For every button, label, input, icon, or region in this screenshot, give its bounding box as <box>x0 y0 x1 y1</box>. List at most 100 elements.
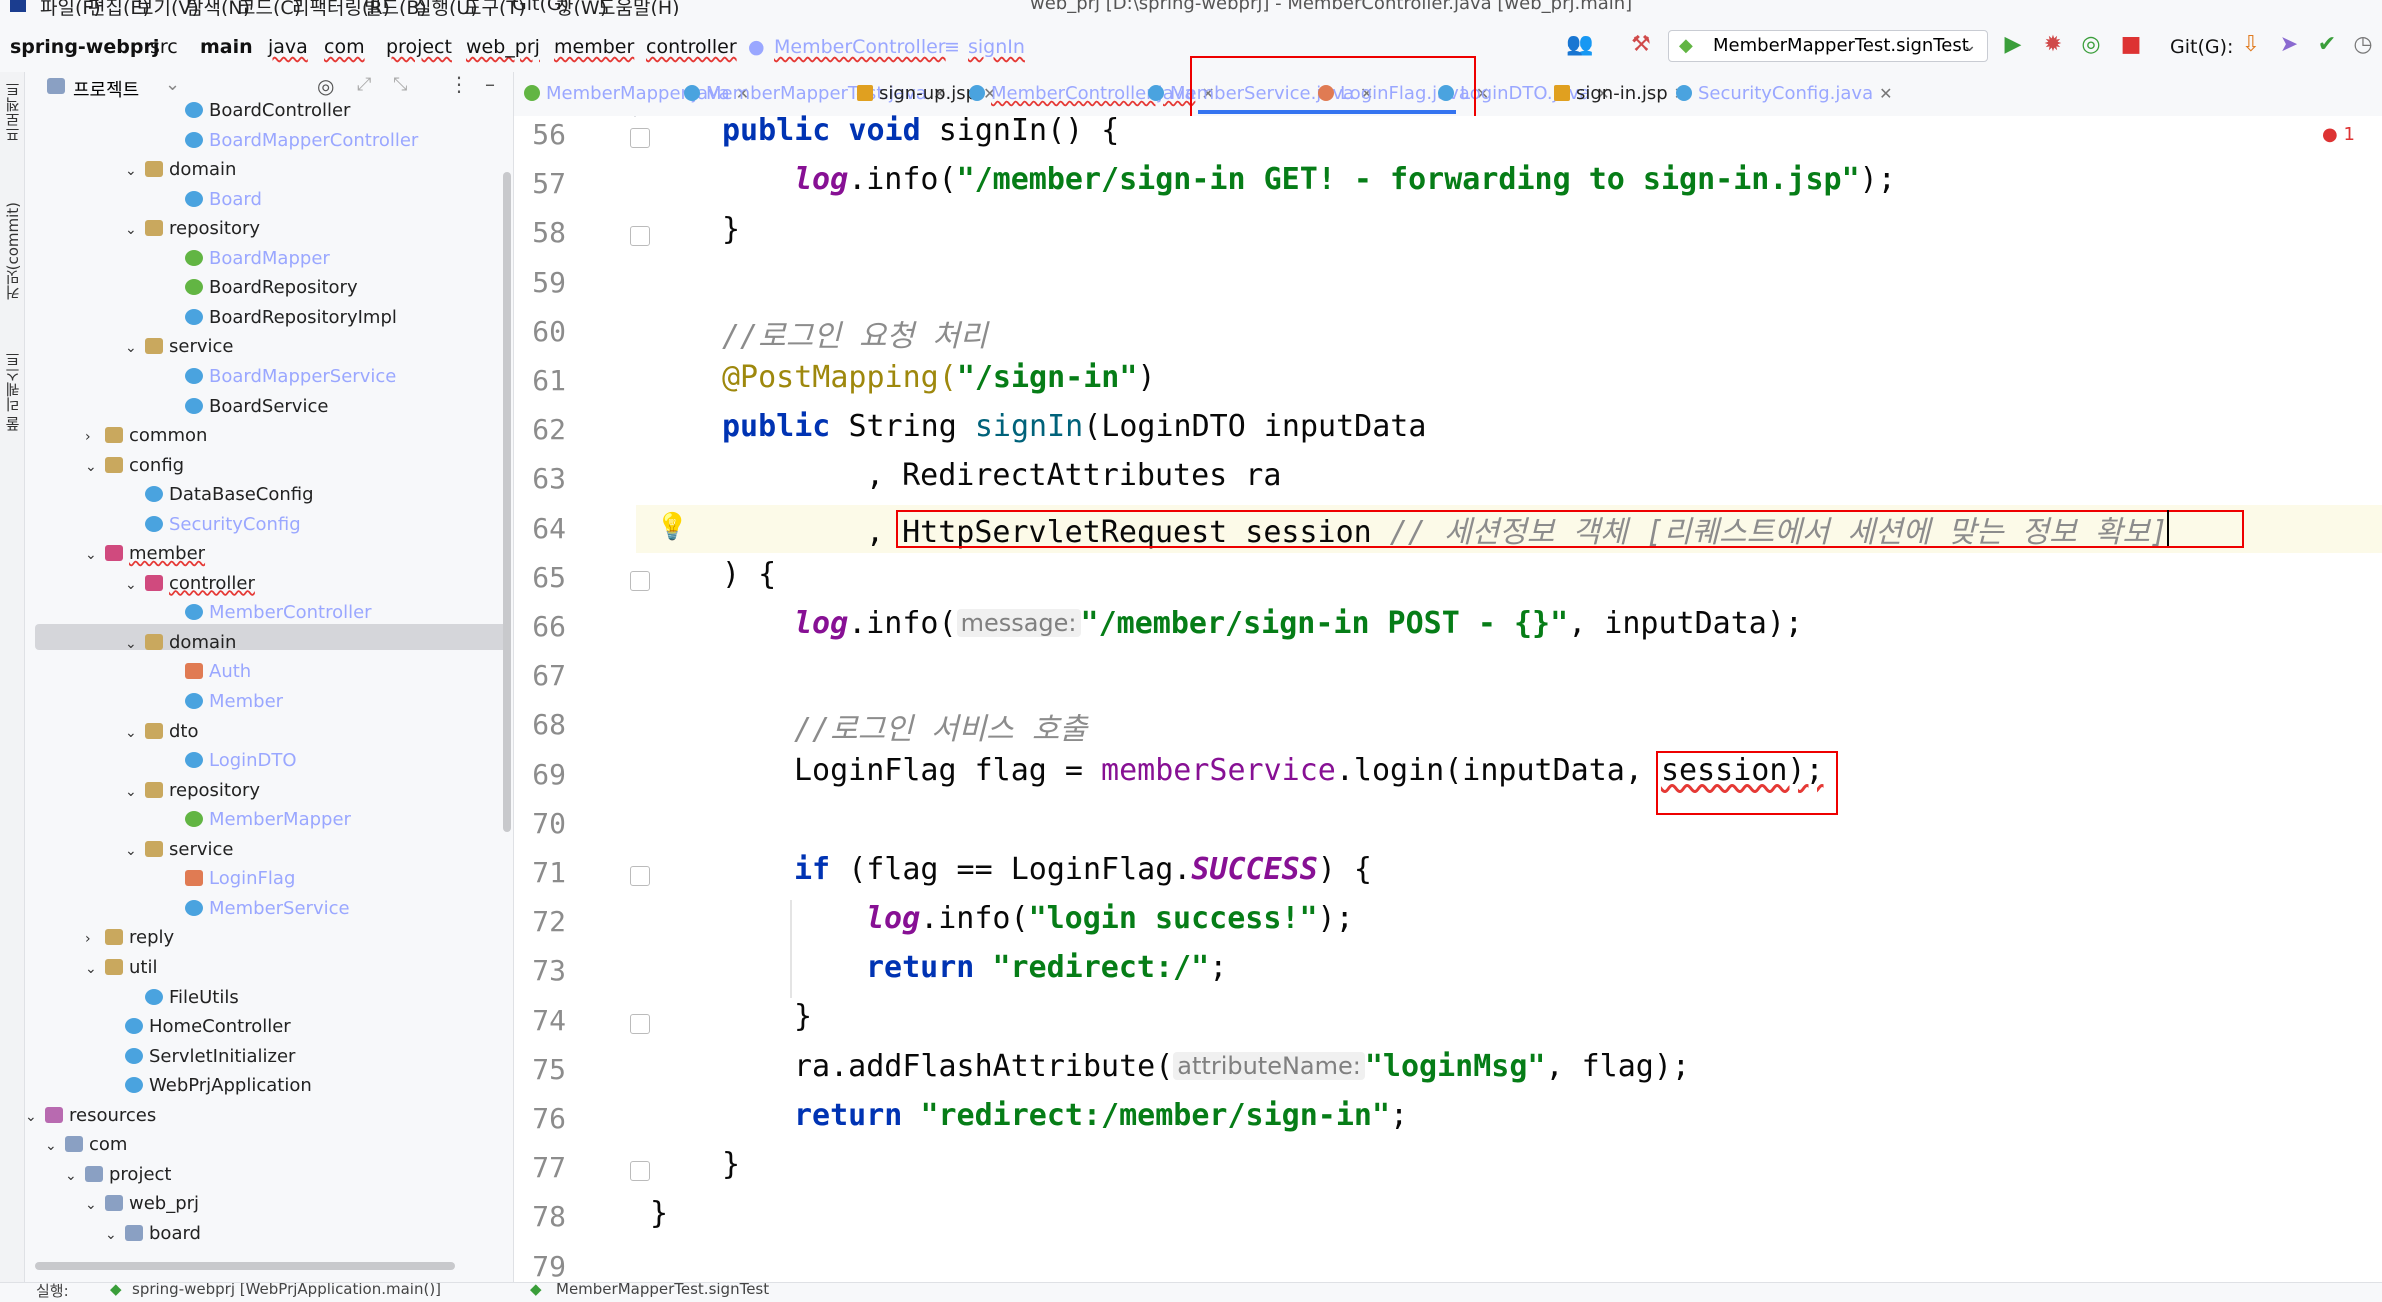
pull-request-tool-button[interactable]: 풀 리퀘스트 <box>2 352 23 432</box>
expand-all-icon[interactable]: ⤢ <box>357 74 371 95</box>
breadcrumb-member[interactable]: member <box>554 36 634 58</box>
tree-item[interactable]: ⌄ resources <box>25 1101 156 1131</box>
chevron-down-icon[interactable]: ⌄ <box>125 156 145 186</box>
close-icon[interactable]: ✕ <box>1879 84 1892 103</box>
fold-marker-icon[interactable] <box>630 570 650 591</box>
fold-marker-icon[interactable] <box>630 1161 650 1182</box>
locate-icon[interactable]: ◎ <box>317 74 334 98</box>
options-icon[interactable]: ⋮ <box>449 72 469 96</box>
chevron-down-icon[interactable]: ⌄ <box>65 1161 85 1191</box>
tree-item[interactable]: HomeController <box>105 1012 291 1042</box>
breadcrumb-java[interactable]: java <box>268 36 308 58</box>
debug-icon[interactable]: ✹ <box>2040 32 2066 58</box>
history-icon[interactable]: ◷ <box>2350 32 2376 58</box>
tree-item[interactable]: BoardRepository <box>165 273 358 303</box>
tree-item[interactable]: LoginFlag <box>165 864 295 894</box>
chevron-down-icon[interactable]: ⌄ <box>85 540 105 570</box>
chevron-down-icon[interactable]: ⌄ <box>125 718 145 748</box>
horizontal-scrollbar[interactable] <box>35 1262 455 1270</box>
tree-item[interactable]: › common <box>85 421 207 451</box>
chevron-down-icon[interactable]: ⌄ <box>125 777 145 807</box>
run-icon[interactable]: ▶ <box>2000 32 2026 58</box>
tree-item[interactable]: ⌄ util <box>85 953 157 983</box>
tree-item[interactable]: Auth <box>165 657 251 687</box>
coverage-icon[interactable]: ◎ <box>2078 32 2104 58</box>
tree-item[interactable]: ⌄ com <box>45 1130 127 1160</box>
collapse-all-icon[interactable]: ⤡ <box>393 74 407 95</box>
tree-item[interactable]: MemberMapper <box>165 805 351 835</box>
tree-item[interactable]: ⌄ dto <box>125 717 199 747</box>
tree-item[interactable]: ⌄ controller <box>125 569 255 599</box>
tree-item[interactable]: ServletInitializer <box>105 1042 295 1072</box>
hide-panel-icon[interactable]: – <box>485 72 495 96</box>
tree-item[interactable]: BoardService <box>165 392 328 422</box>
fold-marker-icon[interactable] <box>630 1013 650 1034</box>
chevron-down-icon[interactable]: ⌄ <box>125 215 145 245</box>
tree-item[interactable]: Board <box>165 185 262 215</box>
build-hammer-icon[interactable]: ⚒ <box>1628 32 1654 58</box>
tree-item[interactable]: ⌄ repository <box>125 776 260 806</box>
tree-item[interactable]: ⌄ domain <box>125 155 236 185</box>
fold-marker-icon[interactable] <box>630 226 650 247</box>
chevron-right-icon[interactable]: › <box>85 422 105 452</box>
tree-item[interactable]: ⌄ repository <box>125 214 260 244</box>
user-icon[interactable]: 👥 <box>1566 32 1593 58</box>
menu-help[interactable]: 도움말(H) <box>598 0 680 16</box>
intellij-logo-icon[interactable] <box>10 0 26 12</box>
tree-item[interactable]: MemberService <box>165 894 350 924</box>
breadcrumb-member-controller[interactable]: MemberController <box>774 36 946 58</box>
tree-item[interactable]: ⌄ domain <box>125 628 236 658</box>
tree-item[interactable]: WebPrjApplication <box>105 1071 312 1101</box>
tree-item[interactable]: ⌄ web_prj <box>85 1189 199 1219</box>
chevron-down-icon[interactable]: ⌄ <box>85 452 105 482</box>
chevron-down-icon[interactable]: ⌄ <box>125 570 145 600</box>
error-indicator[interactable]: ● 1 <box>2322 124 2355 145</box>
tree-item[interactable]: DataBaseConfig <box>125 480 314 510</box>
tree-item[interactable]: ⌄ project <box>65 1160 171 1190</box>
run-tab-test[interactable]: MemberMapperTest.signTest <box>556 1283 769 1298</box>
tree-item[interactable]: ⌄ member <box>85 539 205 569</box>
editor-tab[interactable]: SecurityConfig.java ✕ <box>1676 78 1893 110</box>
tree-item[interactable]: ⌄ board <box>105 1219 201 1249</box>
run-configuration-select[interactable]: ◆ MemberMapperTest.signTest ⌄ <box>1668 30 1988 62</box>
tree-item[interactable]: ⌄ service <box>125 332 233 362</box>
git-update-icon[interactable]: ⇩ <box>2238 32 2264 58</box>
tree-item[interactable]: BoardController <box>165 96 350 126</box>
tree-item[interactable]: SecurityConfig <box>125 510 301 540</box>
breadcrumb-web-prj[interactable]: web_prj <box>466 36 540 58</box>
tree-item[interactable]: BoardMapperController <box>165 126 418 156</box>
tree-item[interactable]: BoardMapper <box>165 244 330 274</box>
chevron-down-icon[interactable]: ⌄ <box>125 629 145 659</box>
breadcrumb-com[interactable]: com <box>324 36 365 58</box>
project-panel-title[interactable]: 프로젝트 <box>73 76 139 102</box>
chevron-down-icon[interactable]: ⌄ <box>165 74 180 95</box>
breadcrumb-src[interactable]: src <box>150 36 178 58</box>
git-push-icon[interactable]: ➤ <box>2276 32 2302 58</box>
tree-item[interactable]: FileUtils <box>125 983 239 1013</box>
fold-marker-icon[interactable] <box>630 866 650 886</box>
chevron-down-icon[interactable]: ⌄ <box>125 836 145 866</box>
tree-item[interactable]: ⌄ service <box>125 835 233 865</box>
git-commit-icon[interactable]: ✔ <box>2314 32 2340 58</box>
project-tool-button[interactable]: 프로젝트 <box>2 82 23 142</box>
editor-tab[interactable]: sign-in.jsp✕ <box>1554 78 1687 110</box>
breadcrumb-signin[interactable]: signIn <box>968 36 1025 58</box>
breadcrumb-project[interactable]: spring-webprj <box>10 36 159 58</box>
tree-item[interactable]: MemberController <box>165 598 372 628</box>
tree-item[interactable]: BoardRepositoryImpl <box>165 303 397 333</box>
run-tab-app[interactable]: spring-webprj [WebPrjApplication.main()] <box>132 1283 441 1298</box>
chevron-down-icon[interactable]: ⌄ <box>125 333 145 363</box>
chevron-down-icon[interactable]: ⌄ <box>105 1220 125 1250</box>
intention-bulb-icon[interactable]: 💡 <box>656 512 688 542</box>
tree-item[interactable]: Member <box>165 687 283 717</box>
fold-marker-icon[interactable] <box>630 128 650 148</box>
chevron-down-icon[interactable]: ⌄ <box>45 1131 65 1161</box>
vertical-scrollbar[interactable] <box>503 172 511 832</box>
chevron-down-icon[interactable]: ⌄ <box>85 954 105 984</box>
chevron-down-icon[interactable]: ⌄ <box>25 1102 45 1132</box>
breadcrumb-project-pkg[interactable]: project <box>386 36 452 58</box>
tree-item[interactable]: LoginDTO <box>165 746 297 776</box>
commit-tool-button[interactable]: 커밋(commit) <box>2 202 23 300</box>
chevron-down-icon[interactable]: ⌄ <box>85 1190 105 1220</box>
breadcrumb-main[interactable]: main <box>200 36 253 58</box>
